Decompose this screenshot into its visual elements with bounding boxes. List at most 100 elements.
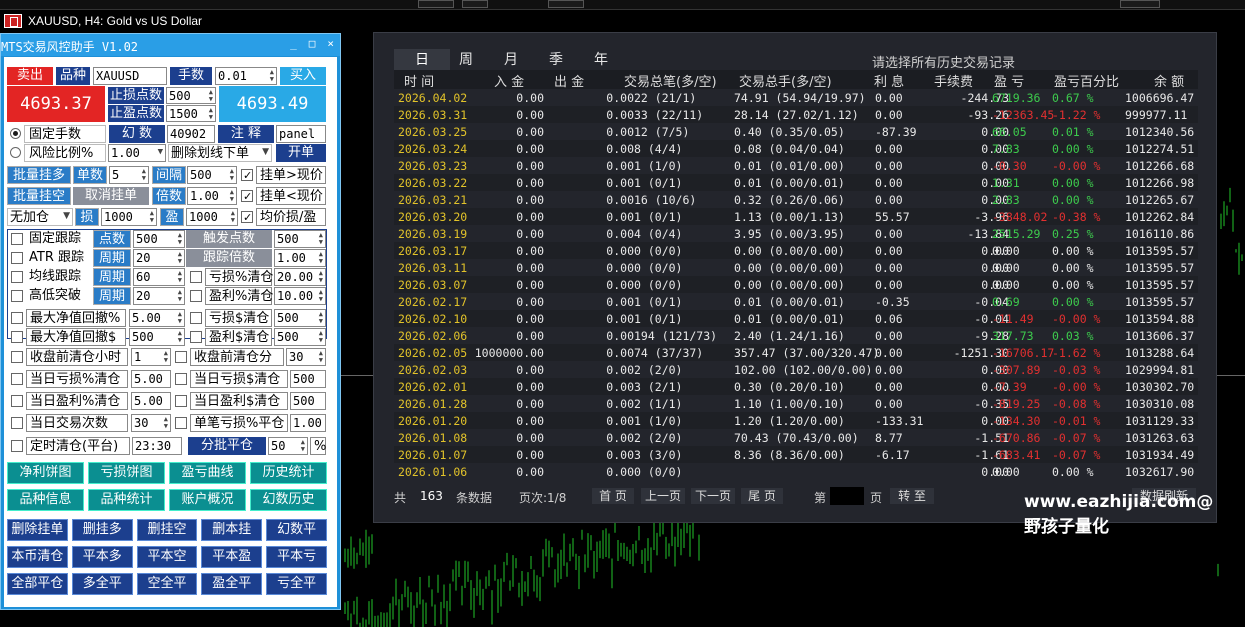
spinner-icon[interactable]: ▲ ▼	[319, 350, 323, 364]
daily-trades-checkbox[interactable]	[11, 417, 23, 429]
spinner-icon[interactable]: ▲ ▼	[319, 232, 323, 246]
action-button[interactable]: 平本盈	[201, 546, 263, 568]
spinner-icon[interactable]: ▲ ▼	[319, 251, 323, 265]
action-button[interactable]: 亏损饼图	[88, 462, 165, 484]
toolbar-button[interactable]	[548, 0, 584, 8]
max-eq-pct-checkbox[interactable]	[11, 312, 23, 324]
action-button[interactable]: 多全平	[71, 573, 133, 595]
action-button[interactable]: 净利饼图	[7, 462, 84, 484]
hl-break-checkbox[interactable]	[11, 290, 23, 302]
partial-close-button[interactable]: 分批平仓	[188, 437, 266, 455]
close-button[interactable]: ×	[327, 37, 334, 50]
dropdown-icon[interactable]: ▼	[63, 212, 70, 221]
next-page-button[interactable]: 下一页	[691, 488, 735, 504]
spinner-icon[interactable]: ▲ ▼	[178, 311, 182, 325]
spinner-icon[interactable]: ▲ ▼	[319, 289, 323, 303]
spinner-icon[interactable]: ▲ ▼	[178, 270, 182, 284]
tp-points-input[interactable]: 1500 ▲ ▼	[166, 105, 216, 122]
single-loss-checkbox[interactable]	[175, 417, 187, 429]
interval-input[interactable]: 500 ▲ ▼	[187, 166, 237, 184]
toolbar-button[interactable]	[418, 0, 454, 8]
risk-pct-input[interactable]: 1.00 ▼	[108, 144, 166, 162]
profit-usd-close-checkbox[interactable]	[190, 331, 202, 343]
dropdown-icon[interactable]: ▼	[158, 148, 163, 157]
daily-profit-pct-checkbox[interactable]	[11, 395, 23, 407]
max-eq-pct-input[interactable]: 5.00 ▲ ▼	[129, 309, 185, 327]
action-button[interactable]: 幻数平	[266, 519, 327, 541]
daily-loss-usd-input[interactable]: 500	[290, 370, 326, 388]
spinner-icon[interactable]: ▲ ▼	[230, 189, 234, 203]
action-button[interactable]: 删挂空	[136, 519, 198, 541]
toolbar-button[interactable]	[1120, 0, 1160, 8]
atr-period-input[interactable]: 20 ▲ ▼	[133, 249, 185, 267]
action-button[interactable]: 删除挂单	[7, 519, 68, 541]
points-input[interactable]: 500 ▲ ▼	[133, 230, 185, 248]
spinner-icon[interactable]: ▲ ▼	[178, 330, 182, 344]
fixed-lots-radio[interactable]	[10, 128, 21, 139]
profit-pct-close-checkbox[interactable]	[190, 290, 202, 302]
magic-input[interactable]: 40902	[167, 125, 215, 143]
action-button[interactable]: 亏全平	[266, 573, 327, 595]
spinner-icon[interactable]: ▲ ▼	[270, 69, 274, 83]
sell-price-button[interactable]: 4693.37	[7, 86, 105, 122]
symbol-input[interactable]: XAUUSD	[93, 67, 167, 85]
dropdown-icon[interactable]: ▼	[262, 148, 269, 157]
action-button[interactable]: 删挂多	[71, 519, 133, 541]
buy-price-button[interactable]: 4693.49	[219, 86, 326, 122]
timed-close-checkbox[interactable]	[11, 440, 23, 452]
pend-above-checkbox[interactable]	[241, 167, 253, 184]
goto-page-input[interactable]	[830, 487, 864, 505]
action-button[interactable]: 盈全平	[201, 573, 263, 595]
max-eq-usd-checkbox[interactable]	[11, 331, 23, 343]
delete-line-dropdown[interactable]: 删除划线下单 ▼	[168, 144, 272, 162]
action-button[interactable]: 全部平仓	[7, 573, 68, 595]
daily-profit-usd-input[interactable]: 500	[290, 392, 326, 410]
loss-usd-close-input[interactable]: 500 ▲ ▼	[274, 309, 326, 327]
spinner-icon[interactable]: ▲ ▼	[178, 251, 182, 265]
count-input[interactable]: 5 ▲ ▼	[109, 166, 149, 184]
spinner-icon[interactable]: ▲ ▼	[164, 416, 168, 430]
action-button[interactable]: 账户概况	[169, 489, 246, 511]
action-button[interactable]: 平本空	[136, 546, 198, 568]
maximize-button[interactable]: □	[309, 37, 316, 50]
risk-pct-radio[interactable]	[10, 147, 21, 158]
multiple-input[interactable]: 1.00 ▲ ▼	[187, 187, 237, 205]
prev-page-button[interactable]: 上一页	[641, 488, 685, 504]
action-button[interactable]: 幻数历史	[250, 489, 327, 511]
open-order-button[interactable]: 开单	[276, 144, 326, 162]
daily-loss-pct-checkbox[interactable]	[11, 373, 23, 385]
toolbar-button[interactable]	[462, 0, 488, 8]
spinner-icon[interactable]: ▲ ▼	[142, 168, 146, 182]
comment-input[interactable]: panel	[276, 125, 326, 143]
select-history-link[interactable]: 请选择所有历史交易记录	[872, 52, 1015, 71]
spinner-icon[interactable]: ▲ ▼	[319, 311, 323, 325]
minimize-button[interactable]: _	[290, 37, 297, 50]
daily-loss-usd-checkbox[interactable]	[175, 373, 187, 385]
tab-year[interactable]: 年	[573, 49, 629, 71]
avg-checkbox[interactable]	[241, 209, 253, 226]
lots-input[interactable]: 0.01 ▲ ▼	[215, 67, 277, 85]
timed-close-input[interactable]: 23:30	[132, 437, 182, 455]
max-eq-usd-input[interactable]: 500 ▲ ▼	[129, 328, 185, 346]
spinner-icon[interactable]: ▲ ▼	[150, 210, 154, 224]
atr-trail-checkbox[interactable]	[11, 252, 23, 264]
spinner-icon[interactable]: ▲ ▼	[231, 210, 235, 224]
last-page-button[interactable]: 尾 页	[741, 488, 783, 504]
action-button[interactable]: 平本亏	[266, 546, 327, 568]
spinner-icon[interactable]: ▲ ▼	[209, 107, 213, 121]
spinner-icon[interactable]: ▲ ▼	[319, 270, 323, 284]
pre-close-hours-checkbox[interactable]	[11, 351, 23, 363]
spinner-icon[interactable]: ▲ ▼	[209, 89, 213, 103]
partial-close-input[interactable]: 50 ▲ ▼	[268, 437, 308, 455]
sell-label[interactable]: 卖出	[7, 67, 53, 85]
daily-profit-usd-checkbox[interactable]	[175, 395, 187, 407]
spinner-icon[interactable]: ▲ ▼	[164, 350, 168, 364]
trigger-input[interactable]: 500 ▲ ▼	[274, 230, 326, 248]
cancel-pending-button[interactable]: 取消挂单	[73, 187, 149, 205]
action-button[interactable]: 本币清仓	[7, 546, 68, 568]
batch-long-button[interactable]: 批量挂多	[7, 166, 71, 184]
spinner-icon[interactable]: ▲ ▼	[230, 168, 234, 182]
daily-loss-pct-input[interactable]: 5.00	[131, 370, 171, 388]
spinner-icon[interactable]: ▲ ▼	[301, 439, 305, 453]
hl-period-input[interactable]: 20 ▲ ▼	[133, 287, 185, 305]
